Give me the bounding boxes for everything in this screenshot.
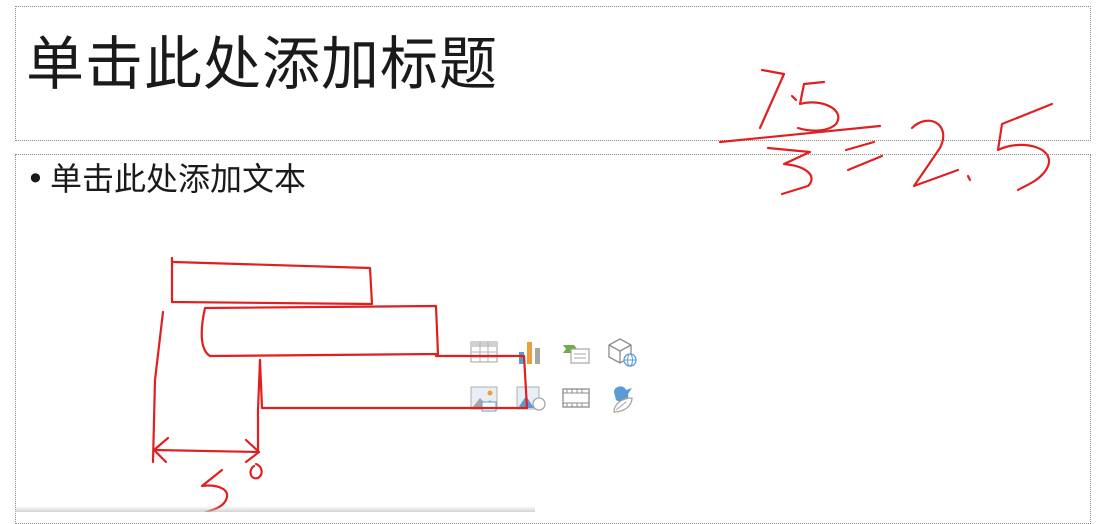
- title-placeholder[interactable]: 单击此处添加标题: [15, 6, 1091, 141]
- insert-online-picture-icon[interactable]: [514, 382, 546, 414]
- content-placeholder-text: 单击此处添加文本: [50, 160, 307, 198]
- bullet-glyph: •: [26, 160, 45, 198]
- title-placeholder-text: 单击此处添加标题: [26, 30, 499, 98]
- insert-icons-icon[interactable]: [606, 382, 638, 414]
- insert-video-icon[interactable]: [560, 382, 592, 414]
- insert-chart-icon[interactable]: [514, 336, 546, 368]
- insert-table-icon[interactable]: [468, 336, 500, 368]
- content-bullet: • 单击此处添加文本: [26, 157, 306, 201]
- insert-smartart-icon[interactable]: [560, 336, 592, 368]
- insert-content-icons: [468, 336, 648, 416]
- insert-picture-icon[interactable]: [468, 382, 500, 414]
- insert-3d-model-icon[interactable]: [606, 336, 638, 368]
- scroll-shadow: [15, 506, 535, 512]
